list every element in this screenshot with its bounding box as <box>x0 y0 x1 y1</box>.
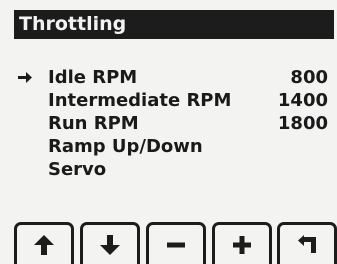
menu-item-label: Run RPM <box>48 113 139 134</box>
menu-item-label: Intermediate RPM <box>48 90 232 111</box>
menu-item-run-rpm[interactable]: Run RPM 1800 <box>18 112 328 135</box>
menu-item-idle-rpm[interactable]: Idle RPM 800 <box>18 66 328 89</box>
page-title: Throttling <box>19 13 127 35</box>
up-arrow-icon <box>34 234 54 255</box>
title-bar: Throttling <box>14 10 334 39</box>
down-arrow-icon <box>100 234 120 255</box>
menu-item-ramp-up-down[interactable]: Ramp Up/Down <box>18 135 328 158</box>
minus-icon <box>167 242 185 247</box>
menu-item-value: 1800 <box>277 113 328 134</box>
decrement-button[interactable] <box>146 222 206 264</box>
menu-item-value: 1400 <box>277 90 328 111</box>
menu-item-label: Servo <box>48 159 107 180</box>
up-button[interactable] <box>14 222 74 264</box>
menu-item-intermediate-rpm[interactable]: Intermediate RPM 1400 <box>18 89 328 112</box>
back-return-icon <box>298 234 316 253</box>
menu-item-label: Ramp Up/Down <box>48 136 203 157</box>
menu-item-label: Idle RPM <box>48 67 138 88</box>
increment-button[interactable] <box>212 222 272 264</box>
back-button[interactable] <box>277 222 337 264</box>
down-button[interactable] <box>80 222 140 264</box>
menu-item-servo[interactable]: Servo <box>18 158 328 181</box>
display-screen: Throttling Idle RPM 800 Intermediate RPM… <box>0 0 337 264</box>
menu-item-value: 800 <box>290 67 328 88</box>
softkey-bar <box>14 222 337 264</box>
menu-list: Idle RPM 800 Intermediate RPM 1400 Run R… <box>18 66 328 181</box>
plus-icon <box>233 235 251 254</box>
